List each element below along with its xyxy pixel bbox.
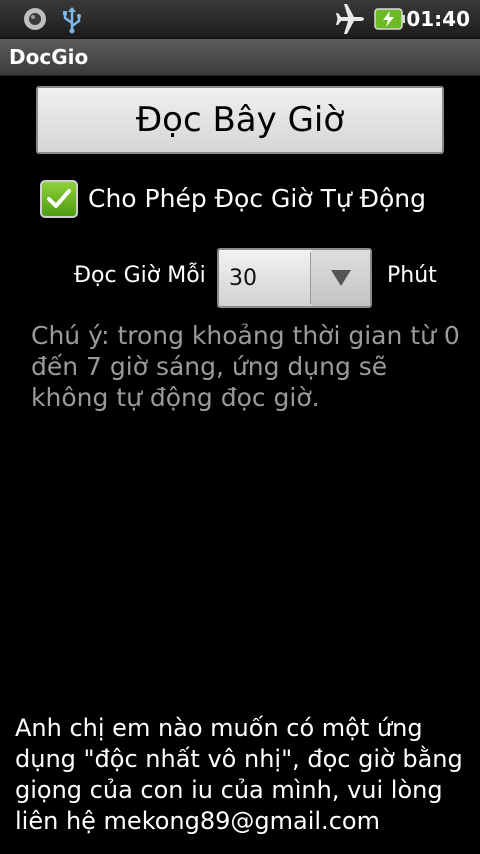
checkmark-icon — [47, 189, 71, 208]
auto-read-row[interactable]: Cho Phép Đọc Giờ Tự Động — [40, 180, 460, 220]
status-bar: 01:40 — [0, 0, 480, 39]
spinner-dropdown-area[interactable] — [311, 250, 370, 306]
dropdown-arrow-icon — [331, 270, 351, 286]
read-now-button[interactable]: Đọc Bây Giờ — [36, 86, 444, 154]
interval-label: Đọc Giờ Mỗi — [74, 263, 206, 288]
spinner-divider — [310, 252, 311, 304]
status-time: 01:40 — [406, 7, 470, 31]
interval-spinner[interactable]: 30 — [217, 248, 372, 308]
battery-charging-icon — [374, 8, 406, 34]
camera-icon — [22, 6, 48, 36]
app-title: DocGio — [9, 45, 89, 69]
title-bar: DocGio — [0, 39, 480, 76]
auto-read-label: Cho Phép Đọc Giờ Tự Động — [88, 184, 427, 213]
contact-text: Anh chị em nào muốn có một ứng dụng "độc… — [15, 714, 463, 835]
auto-read-checkbox[interactable] — [40, 180, 78, 218]
airplane-mode-icon — [333, 4, 367, 38]
interval-value: 30 — [229, 266, 257, 291]
interval-unit: Phút — [387, 263, 437, 288]
note-text: Chú ý: trong khoảng thời gian từ 0 đến 7… — [31, 321, 460, 412]
usb-icon — [60, 6, 84, 38]
